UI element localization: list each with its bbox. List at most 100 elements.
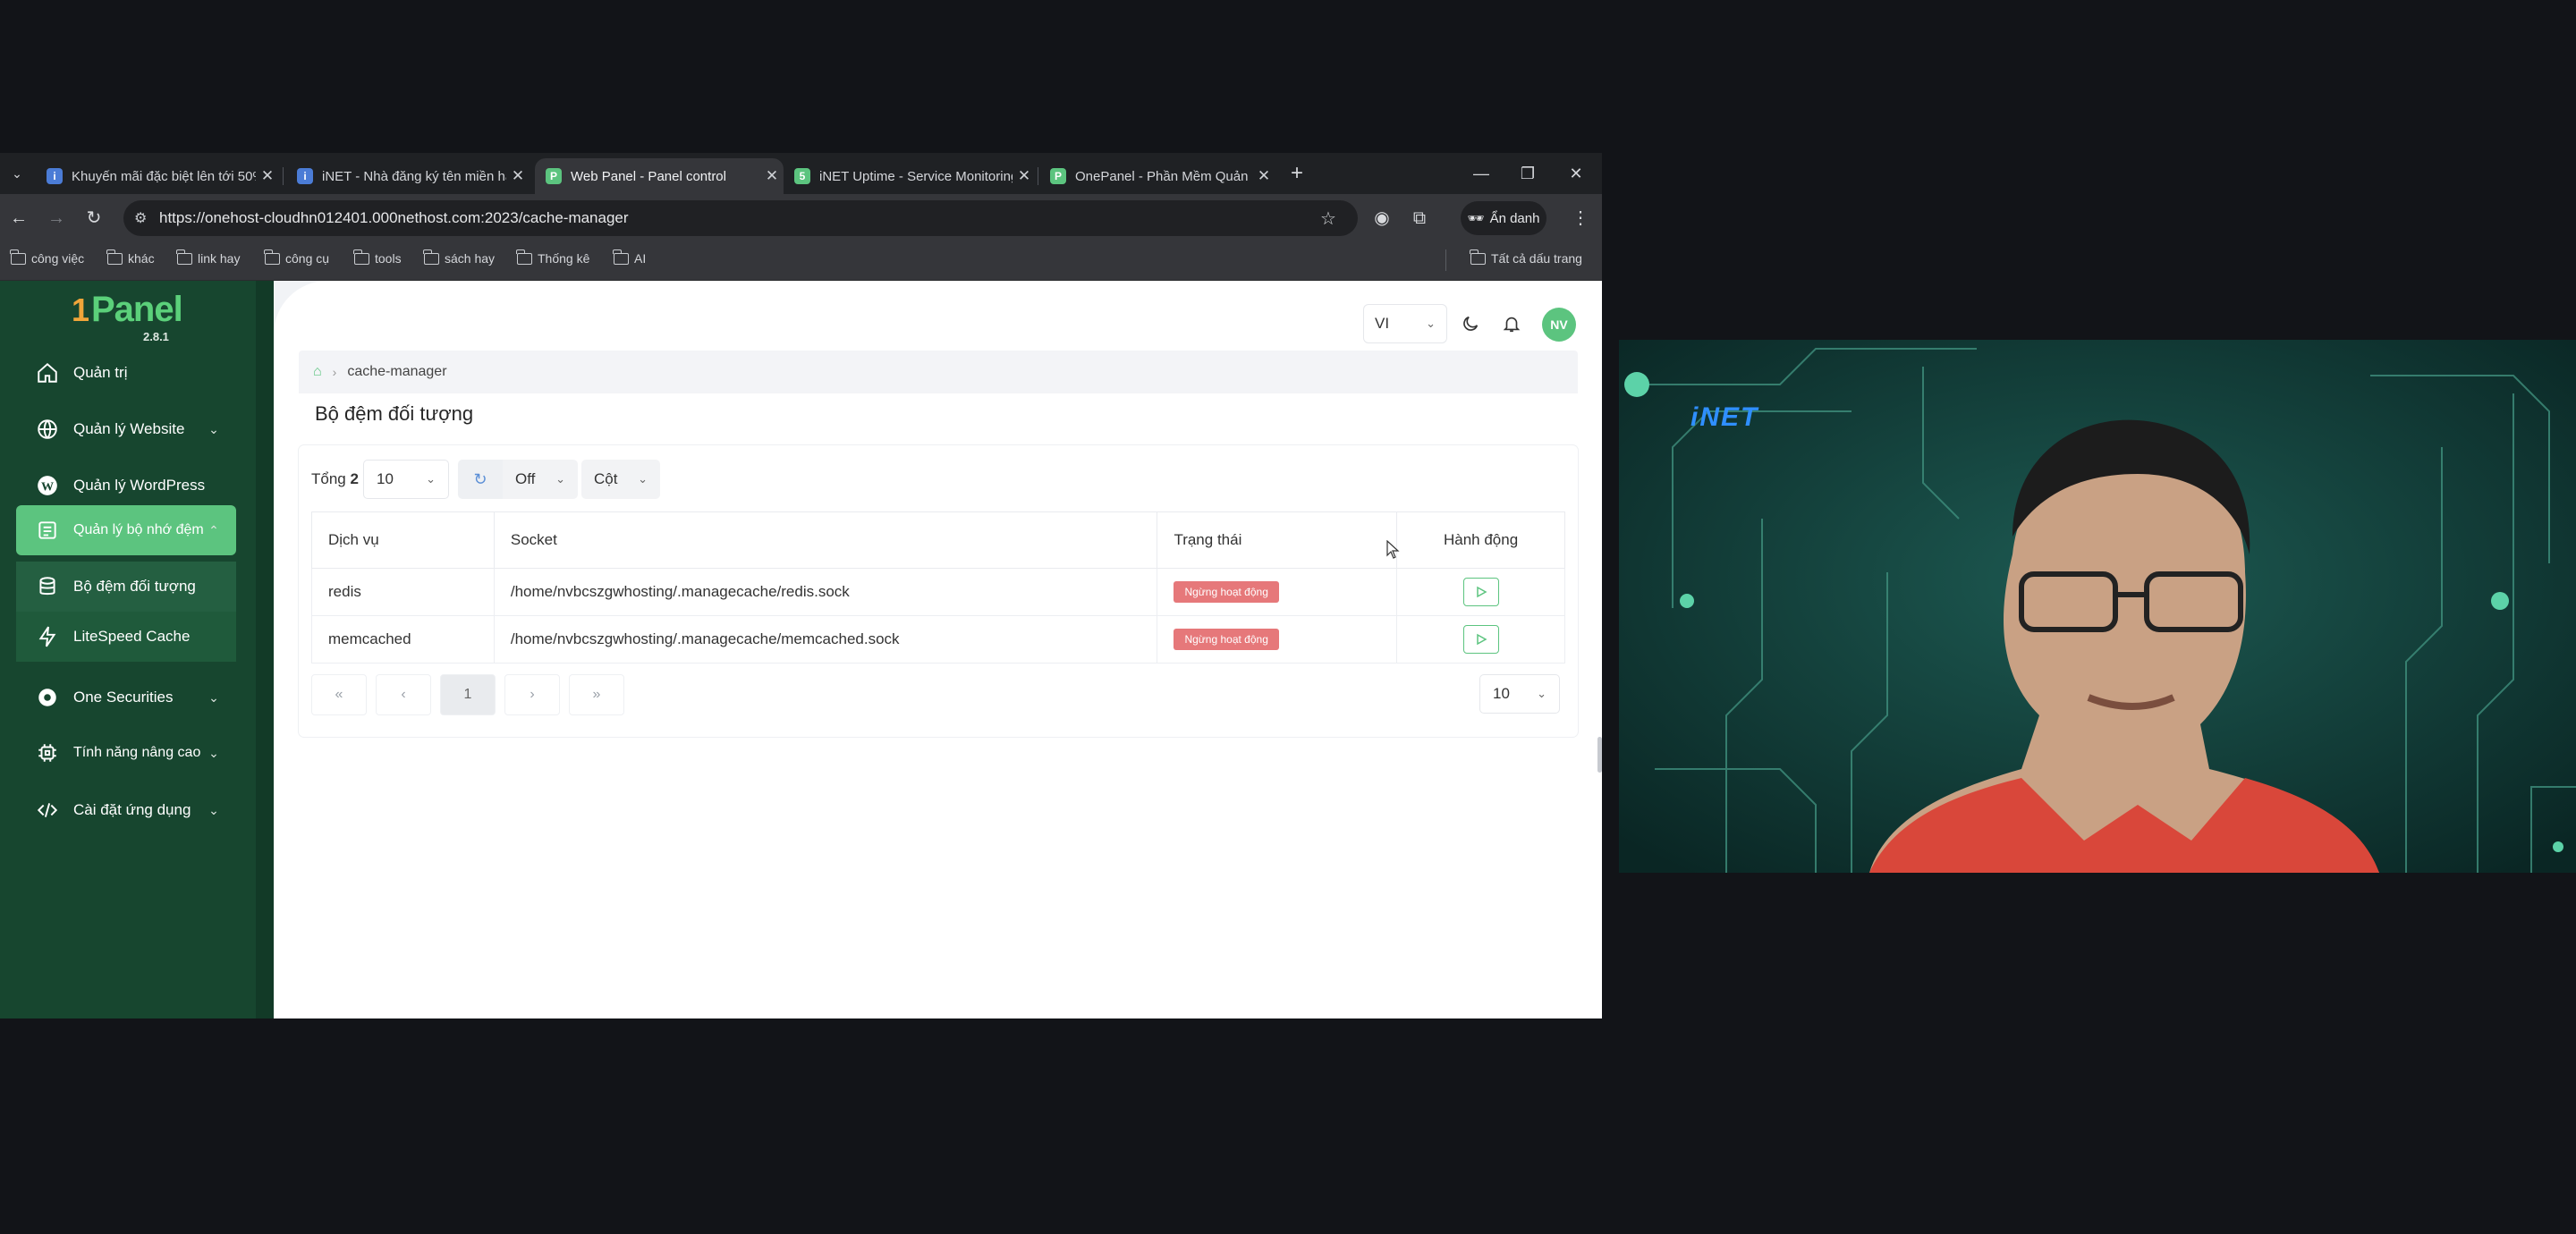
table-header-row: Dịch vụ Socket Trạng thái Hành động [311, 511, 1565, 569]
chevron-down-icon: ⌄ [426, 472, 436, 486]
refresh-icon: ↻ [473, 469, 487, 488]
table-row: redis /home/nvbcszgwhosting/.managecache… [311, 568, 1565, 616]
new-tab-button[interactable]: + [1279, 160, 1315, 187]
per-page-value: 10 [377, 470, 394, 487]
first-page-button[interactable]: « [311, 674, 367, 715]
prev-page-button[interactable]: ‹ [376, 674, 431, 715]
bookmark-folder[interactable]: công cụ [264, 249, 330, 266]
sidebar-item-admin[interactable]: Quản trị [16, 348, 236, 398]
incognito-icon: 🕶 [1467, 211, 1485, 226]
tab-search-icon[interactable]: ⌄ [4, 160, 30, 187]
close-tab-icon[interactable]: ✕ [1013, 167, 1036, 185]
column-header-socket[interactable]: Socket [493, 511, 1158, 569]
tab-title: iNET - Nhà đăng ký tên miền hàng đầu [322, 168, 506, 184]
bookmark-folder[interactable]: link hay [176, 249, 241, 266]
bookmark-label: AI [634, 251, 647, 266]
sidebar-item-website[interactable]: Quản lý Website ⌄ [16, 404, 236, 454]
inet-logo: iNET [1690, 402, 1759, 432]
language-select[interactable]: VI ⌄ [1363, 304, 1447, 343]
chevron-down-icon: ⌄ [208, 802, 219, 817]
service-cell: redis [311, 568, 495, 616]
auto-refresh-select[interactable]: Off ⌄ [503, 460, 578, 499]
refresh-button[interactable]: ↻ [458, 460, 503, 499]
close-tab-icon[interactable]: ✕ [1252, 167, 1275, 185]
per-page-select[interactable]: 10 ⌄ [363, 460, 449, 499]
all-bookmarks-folder[interactable]: Tất cả dấu trang [1470, 249, 1582, 266]
tab-4[interactable]: P OnePanel - Phần Mềm Quản Lý ✕ [1039, 158, 1275, 194]
sidebar-item-litespeed[interactable]: LiteSpeed Cache [16, 612, 236, 662]
bookmark-folder[interactable]: AI [613, 249, 647, 266]
panel-favicon-icon: P [546, 168, 562, 184]
columns-select[interactable]: Cột ⌄ [581, 460, 660, 499]
sidebar-item-cache-manager[interactable]: Quản lý bộ nhớ đệm ⌃ [16, 505, 236, 555]
tab-1[interactable]: i iNET - Nhà đăng ký tên miền hàng đầu ✕ [286, 158, 530, 194]
dark-mode-moon-icon[interactable] [1458, 311, 1483, 336]
minimize-icon[interactable]: — [1463, 160, 1499, 187]
action-cell [1396, 568, 1565, 616]
panel-favicon-icon: P [1050, 168, 1066, 184]
wordpress-icon: W [34, 472, 61, 499]
extension-icon[interactable]: ◉ [1368, 205, 1395, 232]
incognito-button[interactable]: 🕶 Ẩn danh [1461, 201, 1546, 235]
logo-word: Panel [91, 290, 183, 329]
close-tab-icon[interactable]: ✕ [256, 167, 279, 185]
next-page-button[interactable]: › [504, 674, 560, 715]
sidebar-item-object-cache[interactable]: Bộ đệm đối tượng [16, 562, 236, 612]
start-service-button[interactable] [1462, 578, 1499, 606]
breadcrumb-separator-icon: › [332, 365, 337, 379]
page-size-select[interactable]: 10 ⌄ [1479, 674, 1560, 714]
column-header-actions[interactable]: Hành động [1396, 511, 1565, 569]
sidebar-item-wordpress[interactable]: W Quản lý WordPress [16, 461, 236, 511]
avatar[interactable]: NV [1542, 308, 1576, 342]
mouse-cursor-icon [1386, 540, 1400, 559]
sidebar-item-label: Quản lý bộ nhớ đệm [73, 522, 204, 537]
close-window-icon[interactable]: ✕ [1558, 160, 1594, 187]
tab-0[interactable]: i Khuyến mãi đặc biệt lên tới 50% ✕ [36, 158, 279, 194]
last-page-button[interactable]: » [569, 674, 624, 715]
bookmark-label: link hay [198, 251, 241, 266]
database-icon [34, 573, 61, 600]
page-title: Bộ đệm đối tượng [315, 402, 474, 425]
back-icon[interactable]: ← [5, 205, 32, 232]
service-cell: memcached [311, 615, 495, 663]
bookmark-folder[interactable]: công việc [10, 249, 84, 266]
close-tab-icon[interactable]: ✕ [506, 167, 530, 185]
puzzle-icon[interactable]: ⧉ [1406, 205, 1433, 232]
sidebar-item-securities[interactable]: One Securities ⌄ [16, 672, 236, 723]
play-icon [1476, 633, 1487, 646]
bookmark-folder[interactable]: tools [353, 249, 402, 266]
restore-icon[interactable]: ❐ [1510, 160, 1546, 187]
page-size-value: 10 [1493, 685, 1510, 702]
onepanel-logo[interactable]: 1 Panel 2.8.1 [72, 290, 206, 343]
reload-icon[interactable]: ↻ [80, 205, 107, 232]
menu-dots-icon[interactable]: ⋮ [1567, 205, 1594, 232]
sidebar-item-advanced[interactable]: Tính năng nâng cao ⌄ [16, 728, 236, 778]
breadcrumb-current: cache-manager [347, 364, 447, 379]
code-icon [34, 797, 61, 824]
bookmark-folder[interactable]: Thống kê [516, 249, 589, 266]
sidebar-item-app-install[interactable]: Cài đặt ứng dụng ⌄ [16, 785, 236, 835]
column-header-status[interactable]: Trạng thái [1157, 511, 1398, 569]
bookmark-label: khác [128, 251, 155, 266]
tab-2-active[interactable]: P Web Panel - Panel control ✕ [535, 158, 784, 194]
columns-label: Cột [594, 470, 618, 487]
tab-title: OnePanel - Phần Mềm Quản Lý [1075, 168, 1252, 184]
sidebar: 1 Panel 2.8.1 Quản trị Quản lý Website ⌄ [0, 281, 274, 1018]
bookmark-star-icon[interactable]: ☆ [1320, 207, 1336, 230]
forward-icon[interactable]: → [43, 205, 70, 232]
page-scrollbar[interactable] [1597, 737, 1602, 773]
close-tab-icon[interactable]: ✕ [760, 167, 784, 185]
current-page-button[interactable]: 1 [440, 674, 496, 715]
notification-bell-icon[interactable] [1499, 311, 1524, 336]
sidebar-item-label: One Securities [73, 689, 174, 706]
bookmark-folder[interactable]: khác [106, 249, 155, 266]
breadcrumb-home-icon[interactable]: ⌂ [313, 364, 322, 380]
site-info-icon[interactable]: ⚙ [134, 209, 147, 227]
bookmark-folder[interactable]: sách hay [423, 249, 495, 266]
bookmark-label: công cụ [285, 251, 330, 266]
column-header-service[interactable]: Dịch vụ [311, 511, 495, 569]
tab-3[interactable]: 5 iNET Uptime - Service Monitoring ✕ [784, 158, 1036, 194]
start-service-button[interactable] [1462, 625, 1499, 654]
lightning-icon [34, 623, 61, 650]
address-bar[interactable]: ⚙ https://onehost-cloudhn012401.000netho… [123, 200, 1358, 236]
